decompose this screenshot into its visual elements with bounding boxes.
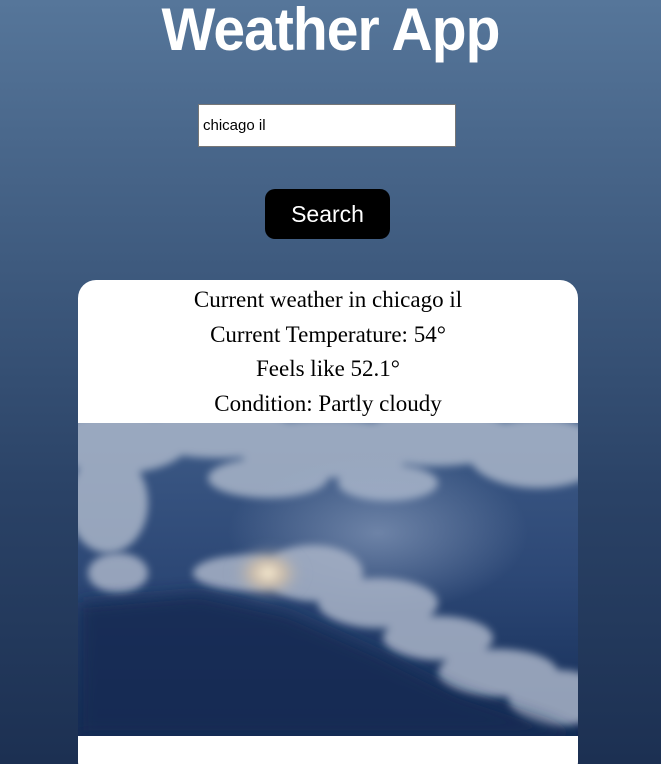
partly-cloudy-sky-image (78, 423, 578, 736)
location-text: Current weather in chicago il (193, 287, 463, 312)
feels-like-text: Feels like 52.1° (256, 356, 400, 381)
temperature-text: Current Temperature: 54° (210, 321, 446, 347)
app-title: Weather App (161, 0, 501, 63)
weather-card: Current weather in chicago il Current Te… (78, 280, 578, 764)
search-button[interactable]: Search (265, 189, 390, 239)
search-input[interactable] (198, 104, 456, 147)
condition-text: Condition: Partly cloudy (214, 390, 442, 416)
